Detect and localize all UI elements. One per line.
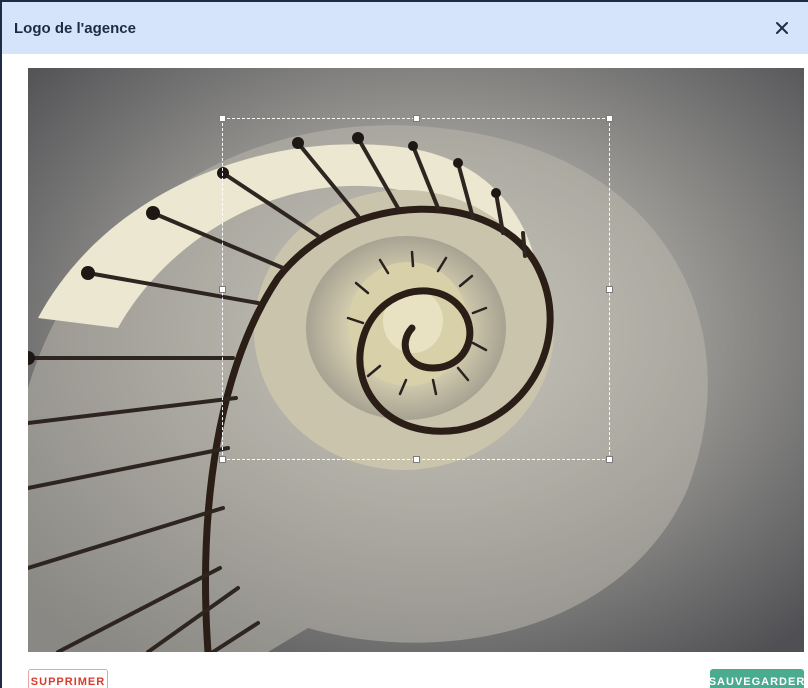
crop-selection[interactable] xyxy=(219,115,613,463)
dialog-header: Logo de l'agence xyxy=(2,2,808,54)
crop-handle-bottom[interactable] xyxy=(413,456,420,463)
crop-handle-top-right[interactable] xyxy=(606,115,613,122)
crop-handle-right[interactable] xyxy=(606,286,613,293)
save-button[interactable]: SAUVEGARDER xyxy=(709,669,804,688)
close-icon[interactable] xyxy=(770,16,794,40)
logo-dialog: Logo de l'agence SUPPRIMER SAUVEGARDER xyxy=(0,0,808,688)
delete-button[interactable]: SUPPRIMER xyxy=(28,669,108,688)
crop-handle-top[interactable] xyxy=(413,115,420,122)
crop-handle-top-left[interactable] xyxy=(219,115,226,122)
crop-handle-left[interactable] xyxy=(219,286,226,293)
crop-handle-bottom-right[interactable] xyxy=(606,456,613,463)
crop-handle-bottom-left[interactable] xyxy=(219,456,226,463)
dialog-title: Logo de l'agence xyxy=(14,19,136,37)
